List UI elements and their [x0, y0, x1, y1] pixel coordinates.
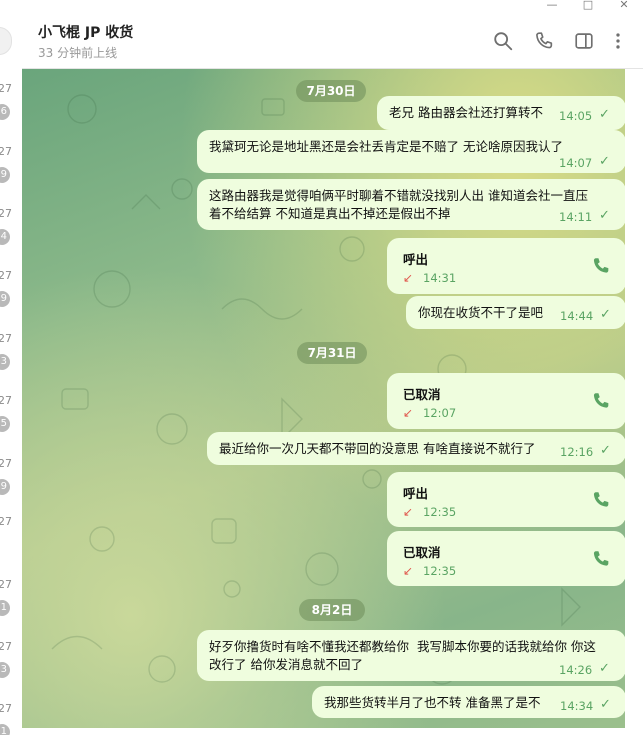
- call-message[interactable]: 已取消 ↙ 12:35: [387, 531, 625, 586]
- message-time: 12:16: [560, 445, 594, 459]
- unread-badge: 1: [0, 600, 10, 616]
- call-status-label: 已取消: [403, 545, 441, 560]
- message-time: 14:26: [559, 663, 593, 677]
- more-vertical-icon[interactable]: [607, 30, 629, 52]
- chat-area[interactable]: 7月30日 老兄 路由器会社还打算转不 14:05 ✓ 我黛珂无论是地址黑还是会…: [22, 69, 625, 735]
- call-time: 12:35: [423, 564, 457, 578]
- call-status-label: 已取消: [403, 387, 441, 402]
- unread-badge: 9: [0, 291, 10, 307]
- chat-list-time: 27: [0, 394, 12, 407]
- chat-list-time: 27: [0, 269, 12, 282]
- message-bubble[interactable]: 你现在收货不干了是吧 14:44 ✓: [406, 296, 625, 329]
- message-input-bar[interactable]: [22, 728, 643, 735]
- chat-list-time: 27: [0, 578, 12, 591]
- phone-icon[interactable]: [590, 255, 612, 277]
- call-time: 12:35: [423, 505, 457, 519]
- unread-badge: 6: [0, 104, 10, 120]
- call-status-label: 呼出: [403, 486, 429, 501]
- message-time: 14:44: [560, 309, 594, 323]
- scrollbar[interactable]: [625, 69, 643, 735]
- search-icon[interactable]: [492, 30, 514, 52]
- sidebar-toggle-icon[interactable]: [573, 30, 595, 52]
- unread-badge: 9: [0, 167, 10, 183]
- outgoing-call-arrow-icon: ↙: [403, 505, 414, 519]
- outgoing-call-arrow-icon: ↙: [403, 564, 414, 578]
- last-seen-status: 33 分钟前上线: [38, 46, 118, 60]
- outgoing-call-arrow-icon: ↙: [403, 271, 414, 285]
- call-message[interactable]: 呼出 ↙ 12:35: [387, 472, 625, 527]
- message-text: 这路由器我是觉得咱俩平时聊着不错就没找别人出 谁知道会社一直压 着不给结算 不知…: [209, 188, 588, 221]
- outgoing-call-arrow-icon: ↙: [403, 406, 414, 420]
- unread-badge: 5: [0, 416, 10, 432]
- message-time: 14:11: [559, 210, 593, 224]
- call-message[interactable]: 呼出 ↙ 14:31: [387, 238, 625, 294]
- message-text: 最近给你一次几天都不带回的没意思 有啥直接说不就行了: [219, 441, 536, 456]
- avatar[interactable]: [0, 27, 12, 55]
- chat-list-time: 27: [0, 515, 12, 528]
- message-bubble[interactable]: 老兄 路由器会社还打算转不 14:05 ✓: [377, 96, 625, 130]
- date-separator: 7月31日: [297, 342, 367, 364]
- phone-icon[interactable]: [590, 489, 612, 511]
- phone-icon[interactable]: [533, 30, 555, 52]
- phone-icon[interactable]: [590, 390, 612, 412]
- unread-badge: 4: [0, 229, 10, 245]
- date-separator: 8月2日: [299, 599, 365, 621]
- read-check-icon: ✓: [600, 443, 611, 458]
- chat-list-strip: 27 6 27 9 27 4 27 9 27 3 27 5 27 9 27 27…: [0, 0, 23, 735]
- unread-badge: 3: [0, 662, 10, 678]
- read-check-icon: ✓: [599, 154, 610, 169]
- call-message[interactable]: 已取消 ↙ 12:07: [387, 373, 625, 429]
- message-text: 我那些货转半月了也不转 准备黑了是不: [324, 695, 541, 710]
- chat-title[interactable]: 小飞棍 JP 收货: [38, 22, 133, 42]
- message-time: 14:07: [559, 156, 593, 170]
- chat-header: — □ ✕ 小飞棍 JP 收货 33 分钟前上线: [22, 0, 643, 69]
- call-time: 12:07: [423, 406, 457, 420]
- phone-icon[interactable]: [590, 548, 612, 570]
- message-time: 14:05: [559, 109, 593, 123]
- message-text: 你现在收货不干了是吧: [418, 305, 544, 320]
- read-check-icon: ✓: [600, 307, 611, 322]
- chat-list-time: 27: [0, 457, 12, 470]
- chat-list-time: 27: [0, 207, 12, 220]
- read-check-icon: ✓: [599, 107, 610, 122]
- call-time: 14:31: [423, 271, 457, 285]
- message-text: 好歹你撸货时有啥不懂我还都教给你 我写脚本你要的话我就给你 你这 改行了 给你发…: [209, 639, 596, 672]
- chat-list-time: 27: [0, 640, 12, 653]
- unread-badge: 9: [0, 479, 10, 495]
- minimize-button[interactable]: —: [540, 0, 564, 12]
- unread-badge: 1: [0, 724, 10, 735]
- message-bubble[interactable]: 我那些货转半月了也不转 准备黑了是不 14:34 ✓: [312, 686, 625, 718]
- chat-list-time: 27: [0, 702, 12, 715]
- message-text: 老兄 路由器会社还打算转不: [389, 105, 543, 120]
- message-bubble[interactable]: 最近给你一次几天都不带回的没意思 有啥直接说不就行了 12:16 ✓: [207, 432, 625, 465]
- message-bubble[interactable]: 好歹你撸货时有啥不懂我还都教给你 我写脚本你要的话我就给你 你这 改行了 给你发…: [197, 630, 625, 681]
- chat-list-time: 27: [0, 82, 12, 95]
- message-bubble[interactable]: 我黛珂无论是地址黑还是会社丢肯定是不赔了 无论啥原因我认了 14:07 ✓: [197, 130, 625, 173]
- maximize-button[interactable]: □: [576, 0, 600, 12]
- chat-list-time: 27: [0, 145, 12, 158]
- message-time: 14:34: [560, 699, 594, 713]
- message-bubble[interactable]: 这路由器我是觉得咱俩平时聊着不错就没找别人出 谁知道会社一直压 着不给结算 不知…: [197, 179, 625, 230]
- read-check-icon: ✓: [600, 697, 611, 712]
- read-check-icon: ✓: [599, 208, 610, 223]
- chat-list-time: 27: [0, 332, 12, 345]
- message-text: 我黛珂无论是地址黑还是会社丢肯定是不赔了 无论啥原因我认了: [209, 139, 563, 154]
- unread-badge: 3: [0, 354, 10, 370]
- close-button[interactable]: ✕: [612, 0, 636, 12]
- call-status-label: 呼出: [403, 252, 429, 267]
- read-check-icon: ✓: [599, 661, 610, 676]
- date-separator: 7月30日: [296, 80, 366, 102]
